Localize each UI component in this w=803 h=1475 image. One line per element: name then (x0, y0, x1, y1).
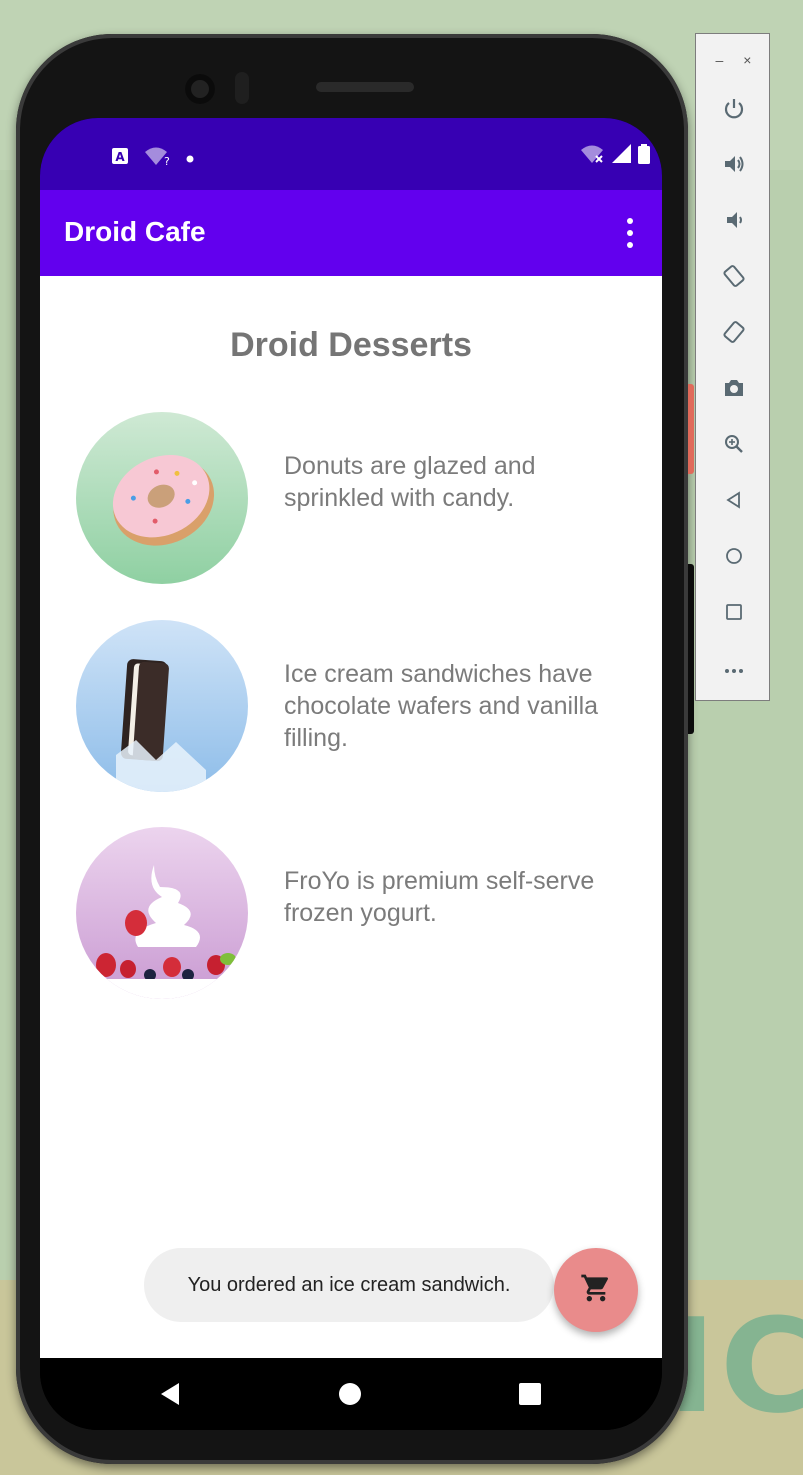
phone-screen: A ? Droid Cafe Droid Desserts Donuts are… (40, 118, 662, 1430)
wifi-question-icon: ? (144, 146, 170, 171)
more-button[interactable] (696, 650, 771, 690)
volume-down-button[interactable] (696, 202, 771, 242)
battery-icon (638, 144, 650, 169)
system-nav-bar (40, 1358, 662, 1430)
volume-up-icon (723, 153, 745, 180)
snackbar-message: You ordered an ice cream sandwich. (187, 1273, 511, 1296)
back-icon (725, 490, 743, 514)
svg-text:A: A (115, 150, 125, 164)
home-button[interactable] (696, 538, 771, 578)
cart-fab-button[interactable] (554, 1248, 638, 1332)
home-icon (725, 547, 743, 570)
nav-back-button[interactable] (150, 1376, 190, 1416)
home-circle-icon (338, 1382, 362, 1411)
rotate-right-icon (722, 320, 746, 349)
phone-frame: A ? Droid Cafe Droid Desserts Donuts are… (16, 34, 694, 1464)
close-button[interactable]: × (743, 52, 751, 68)
shopping-cart-icon (580, 1272, 612, 1309)
rotate-left-icon (722, 264, 746, 293)
power-side-button (688, 384, 694, 474)
dessert-description: Donuts are glazed and sprinkled with can… (284, 452, 536, 512)
overview-icon (725, 603, 743, 626)
ice-cream-sandwich-image[interactable] (76, 620, 248, 792)
camera-icon (723, 378, 745, 403)
back-triangle-icon (157, 1381, 183, 1412)
dessert-description: Ice cream sandwiches have chocolate wafe… (284, 660, 599, 752)
status-bar: A ? (40, 118, 662, 190)
proximity-sensor (235, 72, 249, 104)
overflow-menu-icon[interactable] (620, 218, 640, 248)
volume-down-icon (723, 209, 745, 236)
earpiece-speaker (316, 82, 414, 92)
dessert-item-ice-cream-sandwich: Ice cream sandwiches have chocolate wafe… (76, 620, 636, 792)
power-icon (723, 97, 745, 124)
overview-square-icon (518, 1382, 542, 1411)
wifi-x-icon (580, 144, 606, 169)
minimize-button[interactable]: – (716, 52, 724, 68)
dessert-item-donut: Donuts are glazed and sprinkled with can… (76, 412, 636, 584)
emulator-toolbar: – × (695, 33, 770, 701)
app-title: Droid Cafe (64, 216, 206, 247)
nav-home-button[interactable] (330, 1376, 370, 1416)
nav-overview-button[interactable] (510, 1376, 550, 1416)
signal-icon (612, 144, 632, 169)
donut-image[interactable] (76, 412, 248, 584)
dessert-item-froyo: FroYo is premium self-serve frozen yogur… (76, 827, 636, 999)
a-icon: A (112, 148, 128, 169)
screenshot-button[interactable] (696, 370, 771, 410)
zoom-icon (724, 434, 744, 459)
svg-text:?: ? (164, 155, 170, 166)
zoom-button[interactable] (696, 426, 771, 466)
dessert-description: FroYo is premium self-serve frozen yogur… (284, 867, 595, 927)
app-bar: Droid Cafe (40, 190, 662, 276)
page-title: Droid Desserts (230, 326, 472, 364)
rotate-right-button[interactable] (696, 314, 771, 354)
power-button[interactable] (696, 90, 771, 130)
more-icon (724, 661, 744, 679)
back-button[interactable] (696, 482, 771, 522)
dot-icon (186, 150, 194, 168)
front-camera (185, 74, 215, 104)
order-snackbar: You ordered an ice cream sandwich. (144, 1248, 554, 1322)
main-content: Droid Desserts Donuts are glazed and spr… (40, 276, 662, 1358)
rotate-left-button[interactable] (696, 258, 771, 298)
overview-button[interactable] (696, 594, 771, 634)
volume-side-button (688, 564, 694, 734)
froyo-image[interactable] (76, 827, 248, 999)
volume-up-button[interactable] (696, 146, 771, 186)
